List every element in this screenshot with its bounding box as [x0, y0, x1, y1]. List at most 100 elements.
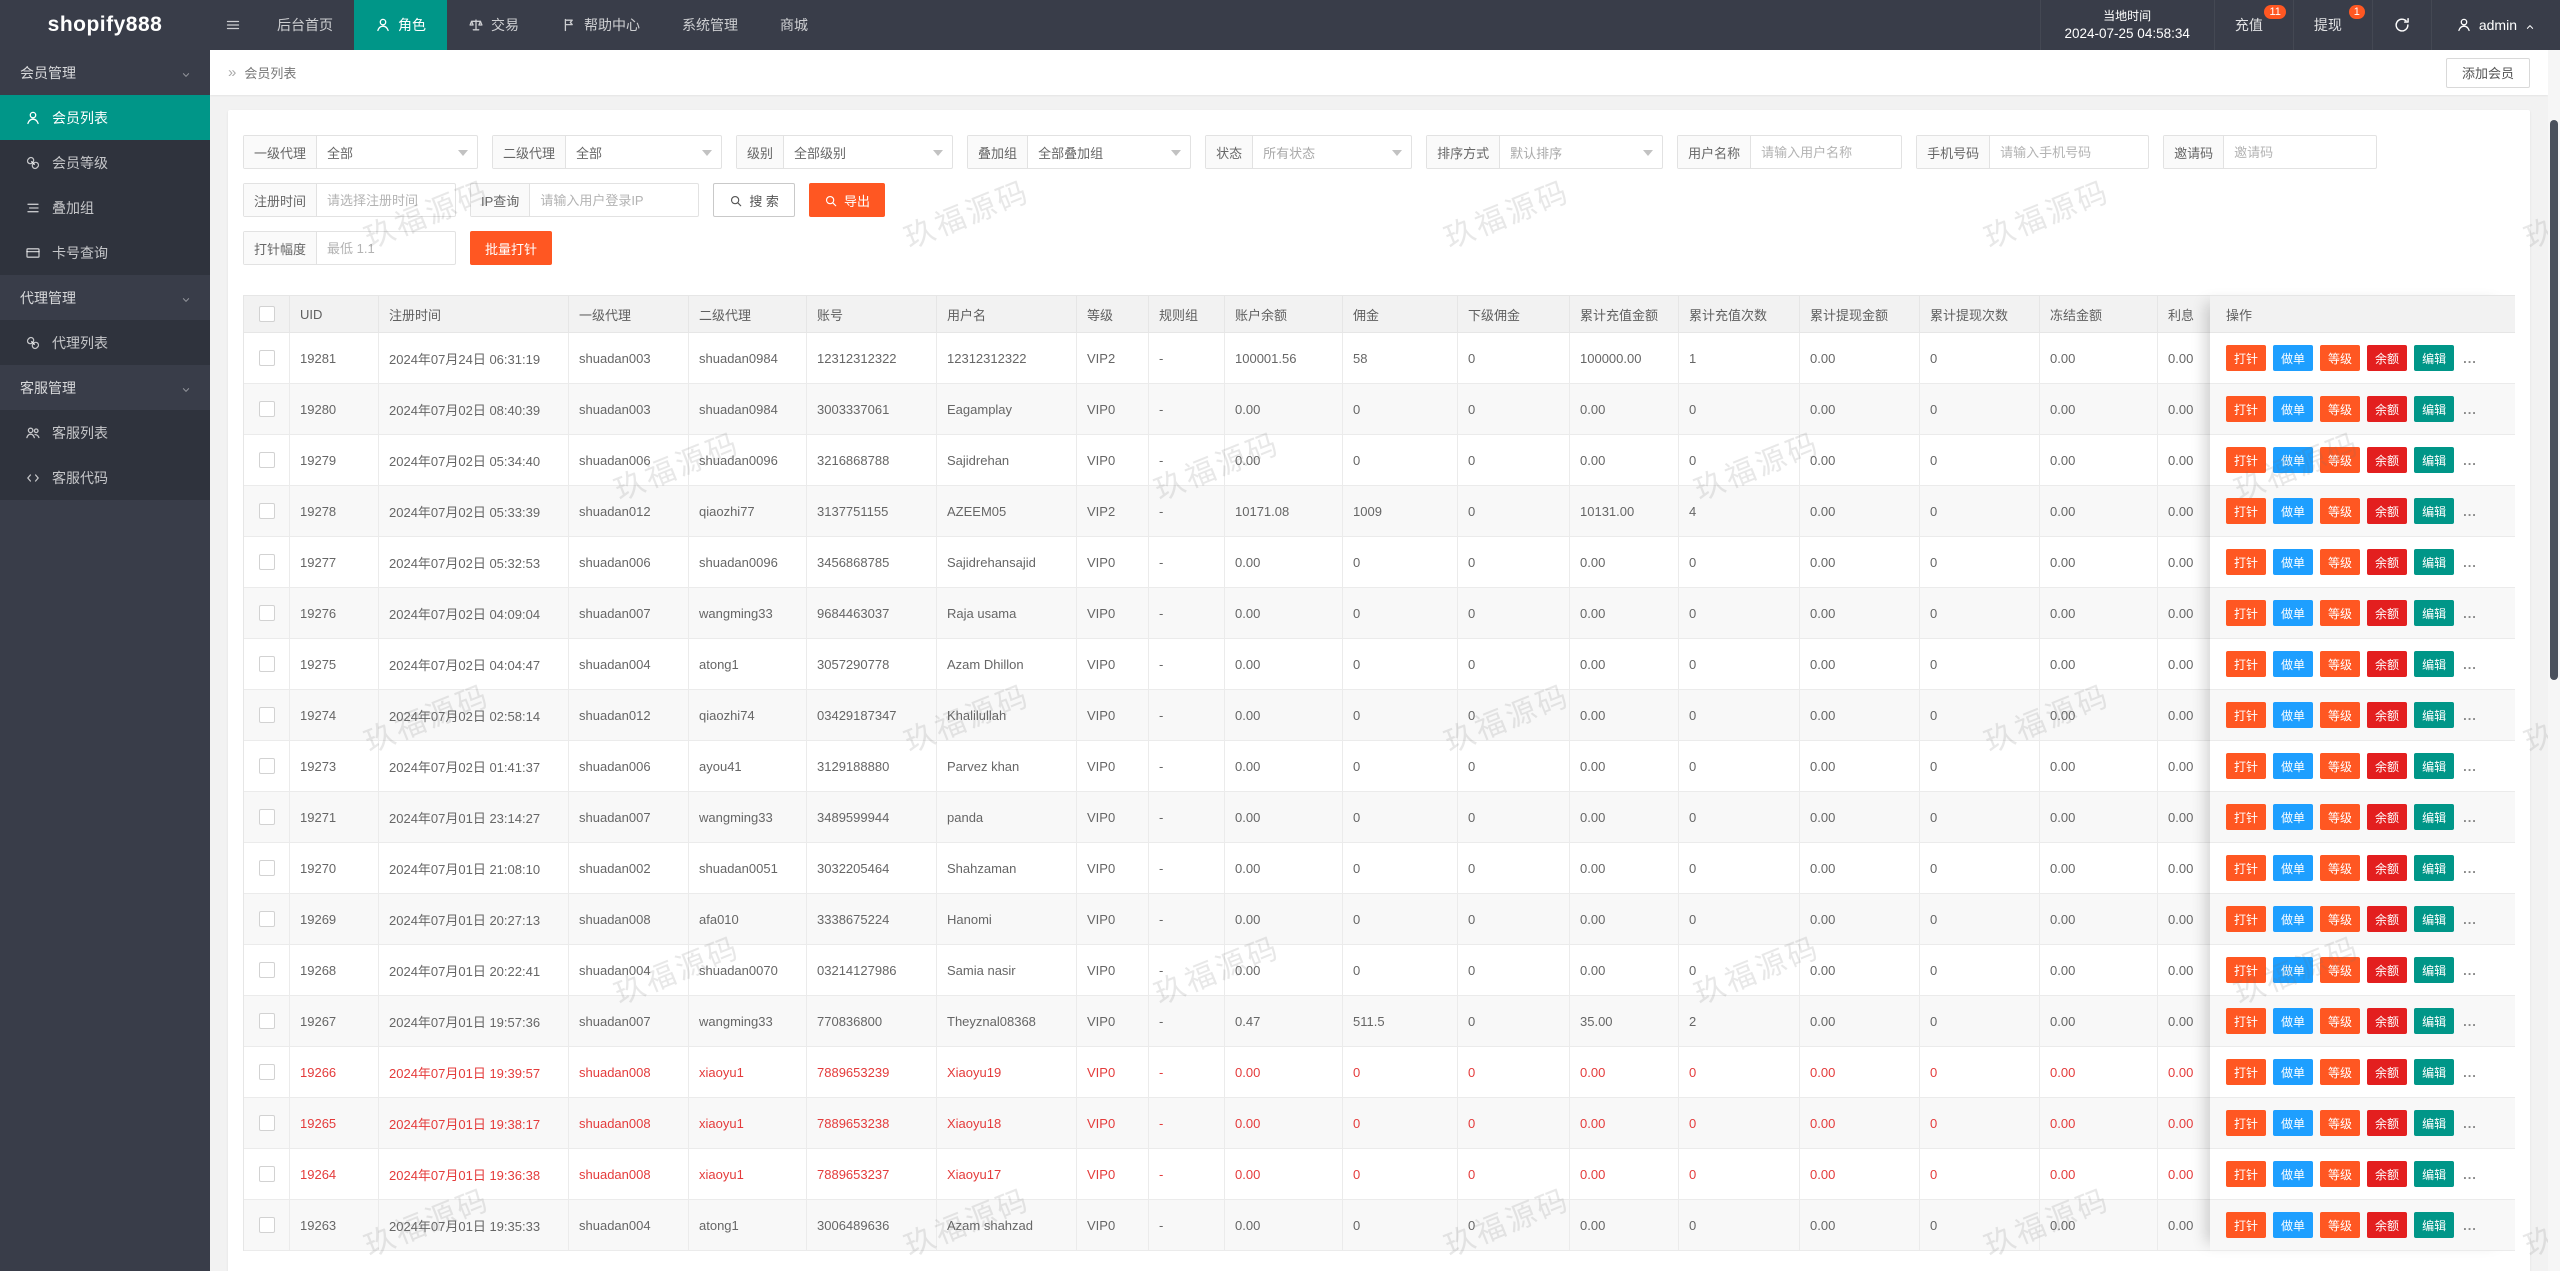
action-button-打针[interactable]: 打针	[2226, 345, 2266, 371]
filter-select[interactable]: 所有状态	[1253, 136, 1411, 168]
more-actions-link[interactable]: ...	[2463, 402, 2477, 417]
more-actions-link[interactable]: ...	[2463, 912, 2477, 927]
action-button-做单[interactable]: 做单	[2273, 1212, 2313, 1238]
action-button-余额[interactable]: 余额	[2367, 855, 2407, 881]
action-button-做单[interactable]: 做单	[2273, 600, 2313, 626]
row-checkbox[interactable]	[259, 554, 275, 570]
top-menu-item-3[interactable]: 交易	[447, 0, 540, 50]
action-button-余额[interactable]: 余额	[2367, 906, 2407, 932]
action-button-余额[interactable]: 余额	[2367, 651, 2407, 677]
action-button-做单[interactable]: 做单	[2273, 702, 2313, 728]
row-checkbox[interactable]	[259, 809, 275, 825]
more-actions-link[interactable]: ...	[2463, 708, 2477, 723]
action-button-等级[interactable]: 等级	[2320, 1110, 2360, 1136]
action-button-等级[interactable]: 等级	[2320, 651, 2360, 677]
top-menu-item-6[interactable]: 商城	[759, 0, 829, 50]
action-button-打针[interactable]: 打针	[2226, 396, 2266, 422]
more-actions-link[interactable]: ...	[2463, 504, 2477, 519]
action-button-做单[interactable]: 做单	[2273, 396, 2313, 422]
sidebar-group-1[interactable]: 会员管理	[0, 50, 210, 95]
action-button-做单[interactable]: 做单	[2273, 1161, 2313, 1187]
more-actions-link[interactable]: ...	[2463, 1065, 2477, 1080]
action-button-做单[interactable]: 做单	[2273, 1059, 2313, 1085]
filter-input[interactable]	[530, 184, 698, 216]
action-button-等级[interactable]: 等级	[2320, 447, 2360, 473]
action-button-打针[interactable]: 打针	[2226, 753, 2266, 779]
sidebar-item-3[interactable]: 会员等级	[0, 140, 210, 185]
action-button-等级[interactable]: 等级	[2320, 1212, 2360, 1238]
row-checkbox[interactable]	[259, 1064, 275, 1080]
action-button-余额[interactable]: 余额	[2367, 498, 2407, 524]
more-actions-link[interactable]: ...	[2463, 1014, 2477, 1029]
more-actions-link[interactable]: ...	[2463, 963, 2477, 978]
action-button-等级[interactable]: 等级	[2320, 906, 2360, 932]
action-button-编辑[interactable]: 编辑	[2414, 957, 2454, 983]
action-button-编辑[interactable]: 编辑	[2414, 549, 2454, 575]
filter-select[interactable]: 全部叠加组	[1028, 136, 1190, 168]
row-checkbox[interactable]	[259, 656, 275, 672]
action-button-余额[interactable]: 余额	[2367, 600, 2407, 626]
row-checkbox[interactable]	[259, 503, 275, 519]
action-button-打针[interactable]: 打针	[2226, 498, 2266, 524]
filter-select[interactable]: 全部	[317, 136, 477, 168]
action-button-打针[interactable]: 打针	[2226, 906, 2266, 932]
scrollbar-thumb[interactable]	[2550, 120, 2558, 680]
action-button-打针[interactable]: 打针	[2226, 1059, 2266, 1085]
action-button-做单[interactable]: 做单	[2273, 855, 2313, 881]
top-menu-item-5[interactable]: 系统管理	[661, 0, 759, 50]
row-checkbox[interactable]	[259, 1115, 275, 1131]
row-checkbox[interactable]	[259, 911, 275, 927]
sidebar-item-5[interactable]: 卡号查询	[0, 230, 210, 275]
action-button-做单[interactable]: 做单	[2273, 957, 2313, 983]
action-button-打针[interactable]: 打针	[2226, 957, 2266, 983]
action-button-余额[interactable]: 余额	[2367, 804, 2407, 830]
action-button-余额[interactable]: 余额	[2367, 753, 2407, 779]
action-button-等级[interactable]: 等级	[2320, 1008, 2360, 1034]
action-button-编辑[interactable]: 编辑	[2414, 906, 2454, 932]
sidebar-item-9[interactable]: 客服列表	[0, 410, 210, 455]
more-actions-link[interactable]: ...	[2463, 453, 2477, 468]
sidebar-group-6[interactable]: 代理管理	[0, 275, 210, 320]
action-button-打针[interactable]: 打针	[2226, 1110, 2266, 1136]
action-button-余额[interactable]: 余额	[2367, 957, 2407, 983]
action-button-打针[interactable]: 打针	[2226, 447, 2266, 473]
filter-select[interactable]: 全部	[566, 136, 721, 168]
sidebar-item-4[interactable]: 叠加组	[0, 185, 210, 230]
action-button-等级[interactable]: 等级	[2320, 1059, 2360, 1085]
action-button-做单[interactable]: 做单	[2273, 1008, 2313, 1034]
more-actions-link[interactable]: ...	[2463, 606, 2477, 621]
vertical-scrollbar[interactable]	[2548, 50, 2560, 1271]
row-checkbox[interactable]	[259, 605, 275, 621]
sidebar-item-10[interactable]: 客服代码	[0, 455, 210, 500]
action-button-做单[interactable]: 做单	[2273, 447, 2313, 473]
action-button-编辑[interactable]: 编辑	[2414, 1059, 2454, 1085]
action-button-编辑[interactable]: 编辑	[2414, 1161, 2454, 1187]
row-checkbox[interactable]	[259, 401, 275, 417]
action-button-打针[interactable]: 打针	[2226, 1161, 2266, 1187]
more-actions-link[interactable]: ...	[2463, 810, 2477, 825]
action-button-编辑[interactable]: 编辑	[2414, 498, 2454, 524]
action-button-做单[interactable]: 做单	[2273, 651, 2313, 677]
row-checkbox[interactable]	[259, 1166, 275, 1182]
select-all-checkbox[interactable]	[259, 306, 275, 322]
action-button-余额[interactable]: 余额	[2367, 396, 2407, 422]
action-button-编辑[interactable]: 编辑	[2414, 753, 2454, 779]
action-button-等级[interactable]: 等级	[2320, 600, 2360, 626]
refresh-button[interactable]	[2373, 0, 2432, 50]
more-actions-link[interactable]: ...	[2463, 861, 2477, 876]
action-button-做单[interactable]: 做单	[2273, 753, 2313, 779]
more-actions-link[interactable]: ...	[2463, 555, 2477, 570]
row-checkbox[interactable]	[259, 962, 275, 978]
action-button-打针[interactable]: 打针	[2226, 651, 2266, 677]
top-menu-item-2[interactable]: 角色	[354, 0, 447, 50]
sidebar-item-2[interactable]: 会员列表	[0, 95, 210, 140]
row-checkbox[interactable]	[259, 452, 275, 468]
sidebar-group-8[interactable]: 客服管理	[0, 365, 210, 410]
action-button-余额[interactable]: 余额	[2367, 702, 2407, 728]
admin-menu[interactable]: admin	[2432, 0, 2560, 50]
action-button-打针[interactable]: 打针	[2226, 855, 2266, 881]
row-checkbox[interactable]	[259, 1013, 275, 1029]
filter-button-导出[interactable]: 导出	[809, 183, 885, 217]
action-button-编辑[interactable]: 编辑	[2414, 804, 2454, 830]
more-actions-link[interactable]: ...	[2463, 1218, 2477, 1233]
